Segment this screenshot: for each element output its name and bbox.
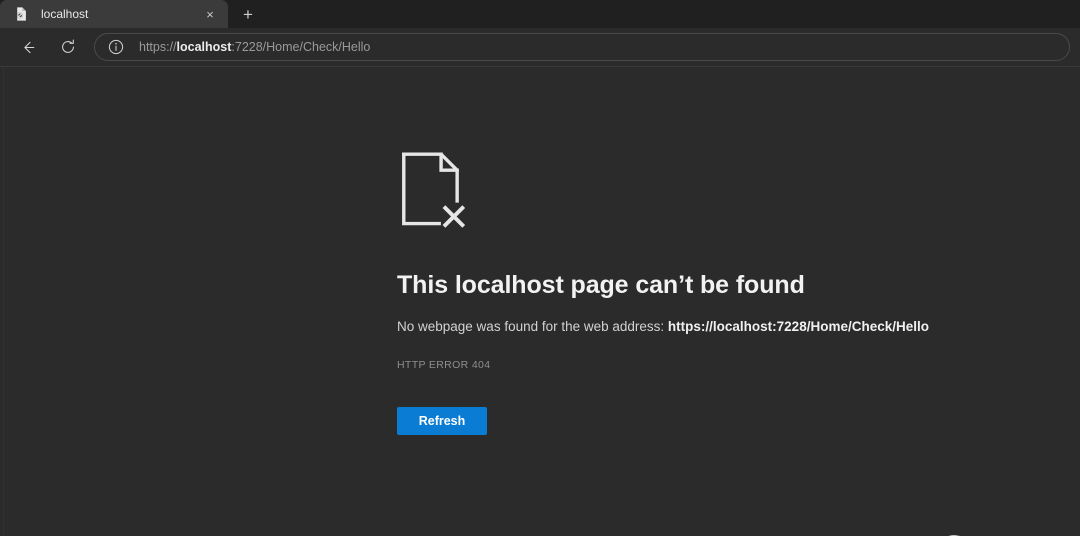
reload-icon [59, 38, 77, 56]
url-host: localhost [176, 40, 232, 54]
address-bar[interactable]: https://localhost:7228/Home/Check/Hello [94, 33, 1070, 61]
browser-window: localhost × + https://localhost:7228/Hom… [0, 0, 1080, 536]
back-arrow-icon [19, 38, 38, 57]
new-tab-button[interactable]: + [233, 1, 263, 27]
error-description-prefix: No webpage was found for the web address… [397, 319, 668, 334]
error-description-address: https://localhost:7228/Home/Check/Hello [667, 319, 929, 334]
close-icon[interactable]: × [200, 4, 220, 24]
tab-title: localhost [41, 7, 89, 21]
back-button[interactable] [12, 31, 44, 63]
error-block: This localhost page can’t be found No we… [397, 67, 1037, 435]
page-title: This localhost page can’t be found [397, 271, 805, 299]
info-circle-icon[interactable] [107, 38, 125, 56]
page-error-favicon-icon [14, 6, 30, 22]
broken-page-icon [400, 151, 1037, 236]
refresh-button[interactable]: Refresh [397, 407, 487, 435]
error-description: No webpage was found for the web address… [397, 317, 1037, 337]
page-content: This localhost page can’t be found No we… [0, 66, 1080, 536]
tab-localhost[interactable]: localhost × [0, 0, 228, 28]
url-scheme: https:// [139, 40, 177, 54]
address-bar-url: https://localhost:7228/Home/Check/Hello [139, 39, 370, 55]
reload-button[interactable] [52, 31, 84, 63]
url-path: :7228/Home/Check/Hello [231, 40, 371, 54]
tab-strip: localhost × + [0, 0, 1080, 28]
error-code: HTTP ERROR 404 [397, 359, 491, 371]
